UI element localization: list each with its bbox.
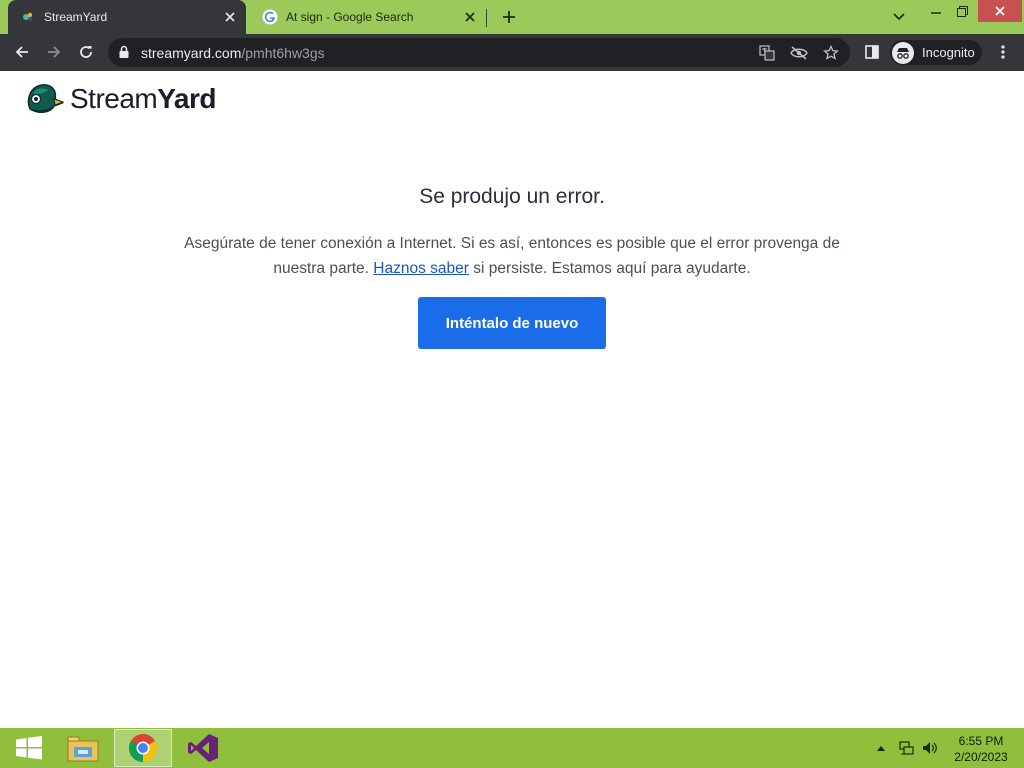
incognito-icon (892, 41, 914, 64)
brand-bold: Yard (157, 83, 216, 114)
windows-taskbar: 6:55 PM 2/20/2023 (0, 728, 1024, 768)
retry-button[interactable]: Inténtalo de nuevo (418, 297, 606, 349)
page-content: StreamYard Se produjo un error. Asegúrat… (0, 71, 1024, 728)
contact-us-link[interactable]: Haznos saber (373, 260, 469, 277)
restore-icon[interactable] (946, 0, 978, 22)
clock-time: 6:55 PM (958, 734, 1004, 748)
tab-strip: StreamYard At sign - Google Search (0, 0, 1024, 34)
google-favicon-icon (262, 9, 278, 25)
system-clock[interactable]: 6:55 PM 2/20/2023 (944, 733, 1018, 765)
tab-google-search[interactable]: At sign - Google Search (250, 0, 486, 34)
new-tab-icon[interactable] (498, 6, 520, 28)
network-icon[interactable] (896, 728, 916, 768)
duck-logo-icon (27, 84, 64, 114)
tab-close-icon[interactable] (460, 7, 480, 27)
lock-icon[interactable] (118, 45, 132, 59)
incognito-profile-button[interactable]: Incognito (890, 40, 982, 65)
streamyard-favicon-icon (20, 9, 36, 25)
url-path: /pmht6hw3gs (241, 45, 325, 61)
url-text[interactable]: streamyard.com/pmht6hw3gs (141, 45, 325, 61)
google-chrome-icon[interactable] (114, 729, 172, 767)
file-explorer-icon[interactable] (54, 729, 112, 767)
tab-separator (486, 9, 487, 27)
tab-search-chevron-icon[interactable] (888, 7, 910, 27)
incognito-label: Incognito (922, 45, 975, 60)
tab-title: StreamYard (44, 10, 108, 24)
eye-off-icon[interactable] (790, 44, 808, 62)
tab-streamyard[interactable]: StreamYard (8, 0, 246, 34)
tab-close-icon[interactable] (220, 7, 240, 27)
back-arrow-icon[interactable] (8, 38, 36, 66)
brand-wordmark: StreamYard (70, 83, 216, 115)
address-bar[interactable]: streamyard.com/pmht6hw3gs (108, 38, 850, 67)
more-menu-icon[interactable] (989, 38, 1017, 66)
error-message: Asegúrate de tener conexión a Internet. … (162, 231, 862, 281)
forward-arrow-icon[interactable] (40, 38, 68, 66)
translate-icon[interactable] (758, 44, 776, 62)
window-close-icon[interactable] (978, 0, 1022, 22)
windows-start-icon[interactable] (0, 729, 58, 767)
bookmark-star-icon[interactable] (822, 44, 840, 62)
error-message-part2: si persiste. Estamos aquí para ayudarte. (473, 260, 751, 277)
browser-toolbar: streamyard.com/pmht6hw3gs Incognito (0, 34, 1024, 71)
volume-icon[interactable] (920, 728, 940, 768)
url-host: streamyard.com (141, 45, 242, 61)
visual-studio-icon[interactable] (174, 729, 232, 767)
error-title: Se produjo un error. (419, 185, 605, 208)
clock-date: 2/20/2023 (954, 750, 1008, 764)
side-panel-icon[interactable] (858, 38, 886, 66)
tab-title: At sign - Google Search (286, 10, 414, 24)
streamyard-logo[interactable]: StreamYard (24, 81, 216, 117)
reload-icon[interactable] (72, 38, 100, 66)
brand-light: Stream (70, 83, 158, 114)
show-hidden-icons-icon[interactable] (874, 728, 888, 768)
